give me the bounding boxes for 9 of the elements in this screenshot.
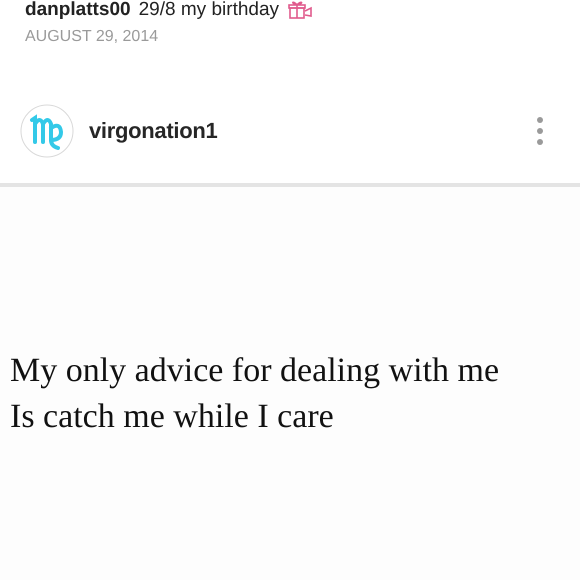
avatar-icon[interactable] xyxy=(20,104,74,158)
username[interactable]: virgonation1 xyxy=(89,118,536,144)
quote-line: My only advice for dealing with me xyxy=(10,350,500,390)
gift-icon xyxy=(287,0,314,20)
caption-text: 29/8 my birthday xyxy=(138,0,280,21)
more-options-icon[interactable] xyxy=(536,116,544,146)
quote-line: Is catch me while I care xyxy=(10,396,335,436)
post-date: AUGUST 29, 2014 xyxy=(25,28,160,46)
caption-username[interactable]: danplatts00 xyxy=(25,0,131,21)
